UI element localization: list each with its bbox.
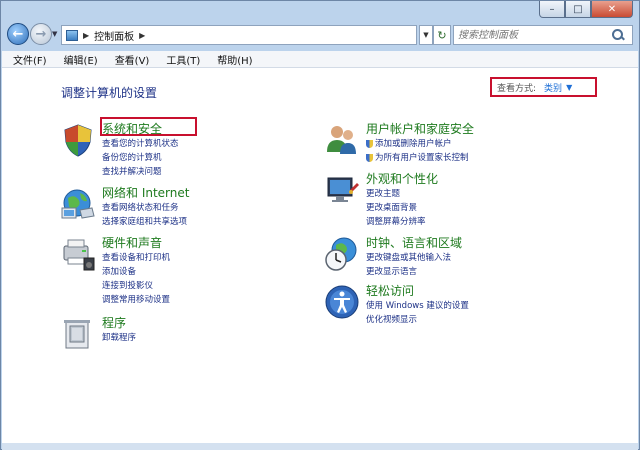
category-link[interactable]: 更改键盘或其他输入法 — [366, 251, 586, 265]
category-link[interactable]: 更改主题 — [366, 187, 586, 201]
category-link-text[interactable]: 添加或删除用户帐户 — [375, 137, 452, 151]
category-title[interactable]: 网络和 Internet — [102, 186, 322, 201]
category-link[interactable]: 为所有用户设置家长控制 — [366, 151, 586, 165]
breadcrumb-control-panel[interactable]: 控制面板 — [94, 28, 134, 43]
menu-help[interactable]: 帮助(H) — [217, 52, 252, 67]
highlight-box — [100, 117, 197, 136]
menu-edit[interactable]: 编辑(E) — [64, 52, 98, 67]
category-link[interactable]: 查找并解决问题 — [102, 165, 322, 179]
navigation-bar: ← → ▼ ▶ 控制面板 ▶ ▼ ↻ — [1, 19, 639, 51]
control-panel-icon — [66, 29, 78, 41]
category-link[interactable]: 使用 Windows 建议的设置 — [366, 299, 586, 313]
uac-shield-icon — [366, 140, 373, 148]
back-arrow-icon[interactable]: ← — [7, 23, 29, 45]
view-by-label: 查看方式: — [497, 83, 537, 94]
network-internet-icon[interactable] — [60, 186, 96, 222]
category-title[interactable]: 外观和个性化 — [366, 172, 586, 187]
view-by-value[interactable]: 类别 — [544, 81, 562, 94]
menu-tools[interactable]: 工具(T) — [166, 52, 200, 67]
caption-buttons: – □ ✕ — [539, 1, 633, 19]
category-link[interactable]: 优化视频显示 — [366, 313, 586, 327]
category-link[interactable]: 查看您的计算机状态 — [102, 137, 322, 151]
history-dropdown-icon[interactable]: ▼ — [52, 30, 57, 38]
minimize-button[interactable]: – — [539, 1, 565, 18]
uac-shield-icon — [366, 154, 373, 162]
address-dropdown-icon[interactable]: ▼ — [419, 25, 433, 45]
category-link[interactable]: 更改桌面背景 — [366, 201, 586, 215]
chevron-down-icon[interactable]: ▼ — [566, 83, 572, 92]
category-link[interactable]: 查看网络状态和任务 — [102, 201, 322, 215]
category-title[interactable]: 程序 — [102, 316, 322, 331]
maximize-button[interactable]: □ — [565, 1, 591, 18]
status-bar — [2, 443, 638, 450]
category-link[interactable]: 添加设备 — [102, 265, 322, 279]
page-title: 调整计算机的设置 — [61, 86, 158, 100]
system-security-icon[interactable] — [60, 122, 96, 158]
search-icon[interactable] — [610, 28, 624, 42]
hardware-sound-icon[interactable] — [60, 236, 96, 272]
category-link[interactable]: 选择家庭组和共享选项 — [102, 215, 322, 229]
category-link-text[interactable]: 为所有用户设置家长控制 — [375, 151, 469, 165]
search-box[interactable] — [453, 25, 633, 45]
category-link[interactable]: 添加或删除用户帐户 — [366, 137, 586, 151]
forward-arrow-icon[interactable]: → — [30, 23, 52, 45]
category-link[interactable]: 调整常用移动设置 — [102, 293, 322, 307]
category-link[interactable]: 连接到投影仪 — [102, 279, 322, 293]
chevron-right-icon[interactable]: ▶ — [83, 31, 89, 40]
address-bar[interactable]: ▶ 控制面板 ▶ — [61, 25, 417, 45]
menu-file[interactable]: 文件(F) — [13, 52, 47, 67]
category-link[interactable]: 更改显示语言 — [366, 265, 586, 279]
category-link[interactable]: 卸载程序 — [102, 331, 322, 345]
ease-of-access-icon[interactable] — [324, 284, 360, 320]
chevron-right-icon[interactable]: ▶ — [139, 31, 145, 40]
refresh-button[interactable]: ↻ — [433, 25, 451, 45]
category-title[interactable]: 用户帐户和家庭安全 — [366, 122, 586, 137]
category-link[interactable]: 调整屏幕分辨率 — [366, 215, 586, 229]
close-button[interactable]: ✕ — [591, 1, 633, 18]
category-link[interactable]: 查看设备和打印机 — [102, 251, 322, 265]
user-accounts-icon[interactable] — [324, 122, 360, 158]
view-by-selector[interactable]: 查看方式: 类别 ▼ — [490, 77, 597, 97]
control-panel-window: – □ ✕ ← → ▼ ▶ 控制面板 ▶ ▼ ↻ 文件(F) 编辑(E) 查看(… — [0, 0, 640, 450]
appearance-icon[interactable] — [324, 172, 360, 208]
category-title[interactable]: 轻松访问 — [366, 284, 586, 299]
content-area: 调整计算机的设置 查看方式: 类别 ▼ 系统和安全 查看您的计算机状态 备份您的… — [2, 68, 638, 443]
programs-icon[interactable] — [60, 316, 96, 352]
search-input[interactable] — [454, 28, 610, 42]
menu-bar: 文件(F) 编辑(E) 查看(V) 工具(T) 帮助(H) — [2, 51, 638, 68]
menu-view[interactable]: 查看(V) — [115, 52, 150, 67]
category-title[interactable]: 硬件和声音 — [102, 236, 322, 251]
clock-language-icon[interactable] — [324, 236, 360, 272]
category-link[interactable]: 备份您的计算机 — [102, 151, 322, 165]
category-title[interactable]: 时钟、语言和区域 — [366, 236, 586, 251]
